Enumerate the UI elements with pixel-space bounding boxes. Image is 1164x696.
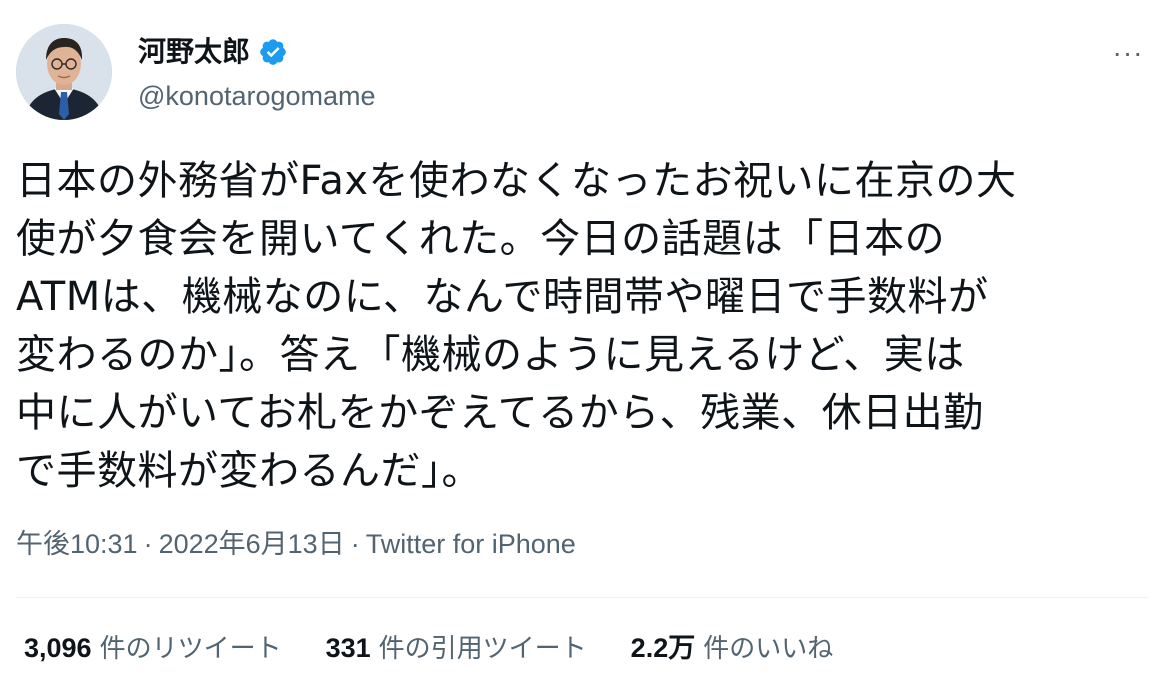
- tweet-card: 河野太郎 @konotarogomame ··· 日本の外務省がFaxを使わなく…: [0, 0, 1164, 696]
- display-name[interactable]: 河野太郎: [138, 32, 250, 72]
- tweet-text: 日本の外務省がFaxを使わなくなったお祝いに在京の大 使が夕食会を開いてくれた。…: [16, 158, 1017, 494]
- quotes-count: 331: [325, 633, 371, 663]
- likes-label: 件のいいね: [703, 634, 834, 664]
- avatar-image: [16, 24, 112, 120]
- engagement-stats: 3,096 件のリツイート 331 件の引用ツイート 2.2万 件のいいね: [24, 628, 877, 669]
- tweet-date[interactable]: 2022年6月13日: [159, 529, 345, 559]
- retweets-label: 件のリツイート: [99, 634, 282, 664]
- retweets-stat[interactable]: 3,096 件のリツイート: [24, 628, 282, 669]
- quotes-stat[interactable]: 331 件の引用ツイート: [326, 628, 587, 669]
- verified-badge-icon: [258, 37, 288, 67]
- quotes-label: 件の引用ツイート: [378, 634, 587, 664]
- tweet-header: 河野太郎 @konotarogomame ···: [16, 24, 1148, 124]
- tweet-metadata: 午後10:31 · 2022年6月13日 · Twitter for iPhone: [16, 524, 576, 564]
- likes-stat[interactable]: 2.2万 件のいいね: [631, 628, 834, 669]
- more-options-icon[interactable]: ···: [1108, 37, 1148, 68]
- tweet-source[interactable]: Twitter for iPhone: [366, 529, 576, 559]
- author-info: 河野太郎 @konotarogomame: [138, 32, 376, 116]
- tweet-time[interactable]: 午後10:31: [16, 529, 138, 559]
- display-name-row: 河野太郎: [138, 32, 376, 72]
- meta-separator: ·: [143, 529, 153, 559]
- divider: [16, 597, 1148, 598]
- meta-separator: ·: [350, 529, 360, 559]
- user-handle[interactable]: @konotarogomame: [138, 76, 376, 116]
- avatar[interactable]: [16, 24, 112, 120]
- retweets-count: 3,096: [24, 633, 92, 663]
- likes-count: 2.2万: [630, 633, 696, 663]
